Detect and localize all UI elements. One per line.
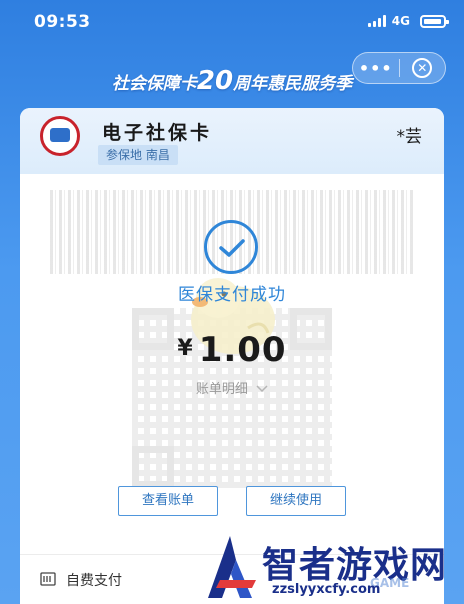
social-security-card: 电子社保卡 参保地 南昌 *芸 医保支付成功 ¥1.00 账单明细 查看账单 继…	[20, 108, 444, 604]
insured-location-badge: 参保地 南昌	[98, 145, 178, 165]
continue-using-button[interactable]: 继续使用	[246, 486, 346, 516]
banner-prefix: 社会保障卡	[111, 74, 197, 94]
watermark-url: zzslyyxcfy.com	[272, 582, 381, 597]
card-header: 电子社保卡 参保地 南昌 *芸	[20, 108, 444, 174]
bill-detail-link[interactable]: 账单明细	[20, 378, 444, 397]
currency-symbol: ¥	[177, 336, 193, 361]
status-time: 09:53	[34, 12, 91, 32]
status-bar: 09:53 4G	[0, 0, 464, 44]
watermark-title: 智者游戏网	[262, 545, 448, 586]
payment-success-message: 医保支付成功	[178, 285, 286, 305]
bill-detail-label: 账单明细	[195, 382, 248, 397]
anniversary-banner: 社会保障卡20周年惠民服务季	[0, 66, 464, 96]
self-pay-label: 自费支付	[66, 573, 122, 589]
site-watermark: 智者游戏网 GAME zzslyyxcfy.com	[200, 532, 464, 604]
status-indicators: 4G	[367, 14, 449, 28]
watermark-logo-icon	[208, 536, 256, 598]
network-type: 4G	[391, 14, 410, 28]
social-security-logo	[40, 116, 80, 156]
payment-amount: ¥1.00	[20, 330, 444, 370]
chevron-down-icon	[256, 382, 268, 397]
card-holder-name: *芸	[396, 127, 423, 147]
signal-icon	[367, 15, 386, 27]
card-title: 电子社保卡	[102, 122, 213, 144]
amount-value: 1.00	[198, 330, 287, 370]
battery-icon	[420, 14, 449, 28]
view-bill-button[interactable]: 查看账单	[118, 486, 218, 516]
qr-corner-bottom-left	[132, 446, 174, 488]
wallet-icon	[40, 572, 56, 586]
banner-number: 20	[196, 66, 234, 96]
banner-suffix: 周年惠民服务季	[233, 74, 353, 94]
